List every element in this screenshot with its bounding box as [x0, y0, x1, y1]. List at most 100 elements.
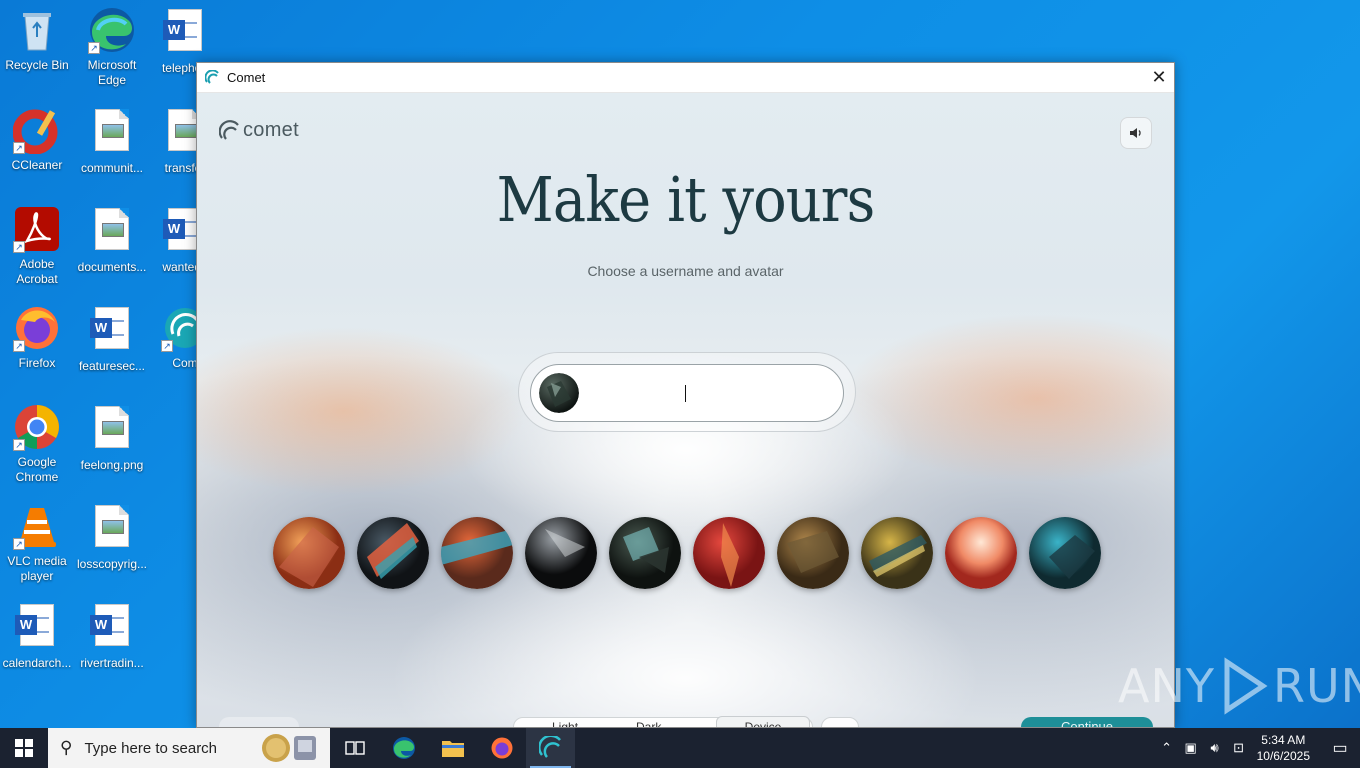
watermark-right-text: RUN [1272, 659, 1360, 713]
edit-button[interactable] [821, 717, 859, 727]
window-title: Comet [227, 70, 266, 85]
edge-icon: ↗ [88, 6, 136, 54]
avatar-option-10[interactable] [1029, 517, 1101, 589]
avatar-option-3[interactable] [441, 517, 513, 589]
avatar-option-8[interactable] [861, 517, 933, 589]
desktop-icon-ccleaner[interactable]: ↗ CCleaner [0, 106, 74, 173]
word-document-icon: W [88, 307, 136, 355]
desktop-icon-featuresec[interactable]: W featuresec... [75, 304, 149, 374]
task-view-button[interactable] [330, 728, 379, 768]
image-file-icon [88, 208, 136, 256]
avatar-option-6[interactable] [693, 517, 765, 589]
taskbar-comet[interactable] [526, 728, 575, 768]
text-caret [685, 385, 686, 402]
page-subtitle: Choose a username and avatar [587, 263, 784, 279]
desktop-icon-label: calendarch... [2, 656, 72, 670]
search-placeholder: Type here to search [84, 739, 218, 757]
desktop-icon-label: featuresec... [78, 359, 146, 373]
desktop-icon-label: Microsoft Edge [87, 58, 137, 87]
task-view-icon [344, 741, 365, 755]
notification-icon[interactable]: ▭ [1320, 738, 1360, 758]
avatar-option-1[interactable] [273, 517, 345, 589]
desktop-icon-firefox[interactable]: ↗ Firefox [0, 304, 74, 371]
speaker-icon [1130, 128, 1141, 138]
volume-icon[interactable]: 🔊︎ [1203, 740, 1227, 756]
comet-window: Comet ✕ comet Make it yours Choose a use… [196, 62, 1175, 728]
desktop-icon-google-chrome[interactable]: ↗ Google Chrome [0, 403, 74, 485]
taskbar-edge[interactable] [379, 728, 428, 768]
close-icon: ✕ [1151, 67, 1167, 87]
vlc-icon: ↗ [13, 502, 61, 550]
desktop-icon-label: documents... [77, 260, 147, 274]
avatar-option-9[interactable] [945, 517, 1017, 589]
start-button[interactable] [0, 728, 48, 768]
desktop-icon-rivertradin[interactable]: W rivertradin... [75, 601, 149, 671]
desktop-icon-adobe-acrobat[interactable]: ↗ Adobe Acrobat [0, 205, 74, 287]
firefox-icon: ↗ [13, 304, 61, 352]
watermark-left-text: ANY [1118, 659, 1215, 713]
avatar-option-4[interactable] [525, 517, 597, 589]
recycle-bin-icon [13, 6, 61, 54]
continue-button[interactable]: Continue [1021, 717, 1153, 728]
taskbar-file-explorer[interactable] [428, 728, 477, 768]
desktop-icon-label: Firefox [18, 356, 56, 370]
desktop-icon-communit[interactable]: communit... [75, 106, 149, 176]
image-file-icon [88, 505, 136, 553]
avatar-option-2[interactable] [357, 517, 429, 589]
sound-toggle-button[interactable] [1120, 117, 1152, 149]
word-document-icon: W [161, 9, 209, 57]
folder-icon [441, 741, 464, 757]
desktop-icon-label: feelong.png [80, 458, 144, 472]
word-document-icon: W [13, 604, 61, 652]
ccleaner-icon: ↗ [12, 106, 61, 155]
window-titlebar[interactable]: Comet ✕ [197, 63, 1174, 93]
desktop-icon-label: CCleaner [11, 158, 63, 172]
network-icon[interactable]: ⊡ [1227, 740, 1251, 756]
desktop-icon-label: Google Chrome [15, 455, 59, 484]
brand-logo: comet [219, 119, 299, 142]
desktop-icon-calendarch[interactable]: W calendarch... [0, 601, 74, 671]
clock-time: 5:34 AM [1261, 733, 1306, 747]
anyrun-watermark: ANY RUN [1118, 656, 1360, 716]
search-highlight-icon [262, 734, 316, 762]
desktop-icon-documents[interactable]: documents... [75, 205, 149, 275]
theme-selector[interactable]: Light Dark Device [513, 716, 813, 727]
desktop-icon-losscopyrig[interactable]: losscopyrig... [75, 502, 149, 572]
desktop-icon-vlc[interactable]: ↗ VLC media player [0, 502, 74, 584]
avatar-option-5[interactable] [609, 517, 681, 589]
taskbar-search[interactable]: ⚲ Type here to search [48, 728, 330, 768]
bottom-controls: Light Dark Device Continue [197, 716, 1174, 728]
chevron-up-icon[interactable]: ⌃ [1155, 740, 1179, 756]
clock-date: 10/6/2025 [1256, 749, 1310, 763]
meet-now-icon[interactable]: ▣ [1179, 740, 1203, 756]
search-icon: ⚲ [60, 738, 73, 757]
brand-name: comet [243, 119, 299, 141]
chrome-icon: ↗ [13, 403, 61, 451]
theme-device-option[interactable]: Device [716, 716, 810, 727]
username-input[interactable] [587, 375, 827, 411]
selected-avatar[interactable] [539, 373, 579, 413]
close-button[interactable]: ✕ [1144, 63, 1174, 93]
desktop-icon-microsoft-edge[interactable]: ↗ Microsoft Edge [75, 6, 149, 88]
comet-logo-icon [205, 69, 219, 84]
image-file-icon [88, 109, 136, 157]
continue-label: Continue [1060, 719, 1114, 728]
desktop-icon-label: Recycle Bin [5, 58, 69, 72]
comet-app-icon [538, 736, 561, 758]
comet-brand-icon [219, 119, 239, 140]
play-logo-icon [1224, 657, 1268, 715]
back-button[interactable] [219, 717, 299, 727]
theme-light-option[interactable]: Light [552, 720, 578, 727]
theme-dark-option[interactable]: Dark [636, 720, 661, 727]
edge-icon [392, 737, 415, 759]
desktop-icon-label: VLC media player [7, 554, 67, 583]
windows-logo-icon [15, 739, 33, 757]
desktop-icon-label: losscopyrig... [76, 557, 148, 571]
desktop-icon-label: communit... [80, 161, 143, 175]
avatar-option-7[interactable] [777, 517, 849, 589]
clock[interactable]: 5:34 AM 10/6/2025 [1257, 732, 1310, 764]
taskbar-firefox[interactable] [477, 728, 526, 768]
desktop-icon-feelong[interactable]: feelong.png [75, 403, 149, 473]
desktop-icon-recycle-bin[interactable]: Recycle Bin [0, 6, 74, 73]
username-field[interactable] [530, 364, 844, 422]
